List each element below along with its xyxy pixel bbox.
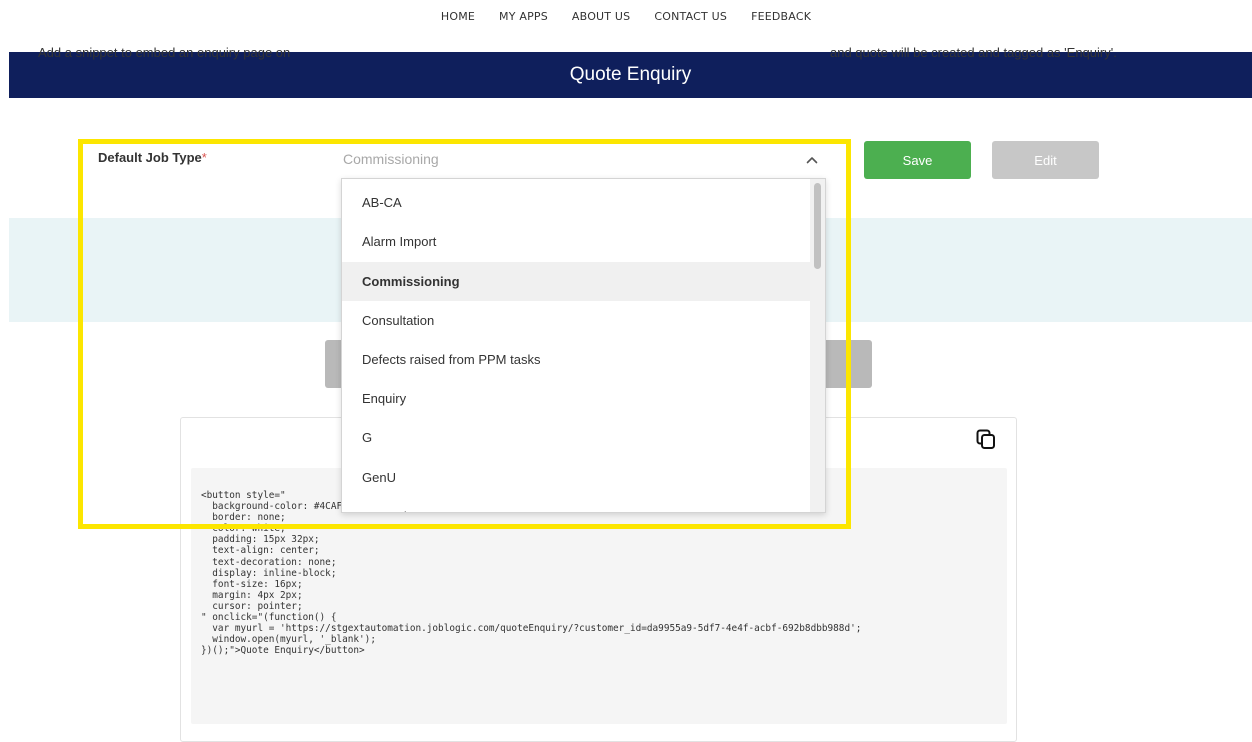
code-snippet-text: <button style=" background-color: #4CAF5… xyxy=(201,490,862,657)
dropdown-option[interactable]: Inspection xyxy=(342,497,812,512)
generate-button-right-edge[interactable] xyxy=(826,340,872,388)
dropdown-option[interactable]: Defects raised from PPM tasks xyxy=(342,340,812,379)
chevron-up-icon[interactable] xyxy=(804,152,820,168)
copy-icon[interactable] xyxy=(975,428,997,450)
required-marker: * xyxy=(201,150,207,165)
job-type-label: Default Job Type* xyxy=(98,150,207,165)
dropdown-option[interactable]: G xyxy=(342,418,812,457)
dropdown-option[interactable]: GenU xyxy=(342,458,812,497)
job-type-dropdown[interactable]: AB-CA Alarm Import Commissioning Consult… xyxy=(341,178,826,513)
nav-home[interactable]: HOME xyxy=(441,10,475,23)
dropdown-scrollbar-thumb[interactable] xyxy=(814,183,821,269)
nav-feedback[interactable]: FEEDBACK xyxy=(751,10,811,23)
top-nav: HOME MY APPS ABOUT US CONTACT US FEEDBAC… xyxy=(0,0,1252,32)
dropdown-option-selected[interactable]: Commissioning xyxy=(342,262,812,301)
info-text-left: Add a snippet to embed an enquiry page o… xyxy=(38,45,291,60)
edit-button[interactable]: Edit xyxy=(992,141,1099,179)
nav-about-us[interactable]: ABOUT US xyxy=(572,10,630,23)
dropdown-option[interactable]: Alarm Import xyxy=(342,222,812,261)
nav-my-apps[interactable]: MY APPS xyxy=(499,10,548,23)
save-button[interactable]: Save xyxy=(864,141,971,179)
job-type-select[interactable]: Commissioning xyxy=(341,143,826,177)
nav-contact-us[interactable]: CONTACT US xyxy=(654,10,727,23)
dropdown-option[interactable]: Consultation xyxy=(342,301,812,340)
dropdown-option[interactable]: AB-CA xyxy=(342,183,812,222)
dropdown-option[interactable]: Enquiry xyxy=(342,379,812,418)
job-type-selected-value: Commissioning xyxy=(343,151,439,167)
dropdown-scrollbar[interactable] xyxy=(810,179,825,512)
info-text-right: and quote will be created and tagged as … xyxy=(830,45,1117,60)
page-title: Quote Enquiry xyxy=(569,64,692,85)
